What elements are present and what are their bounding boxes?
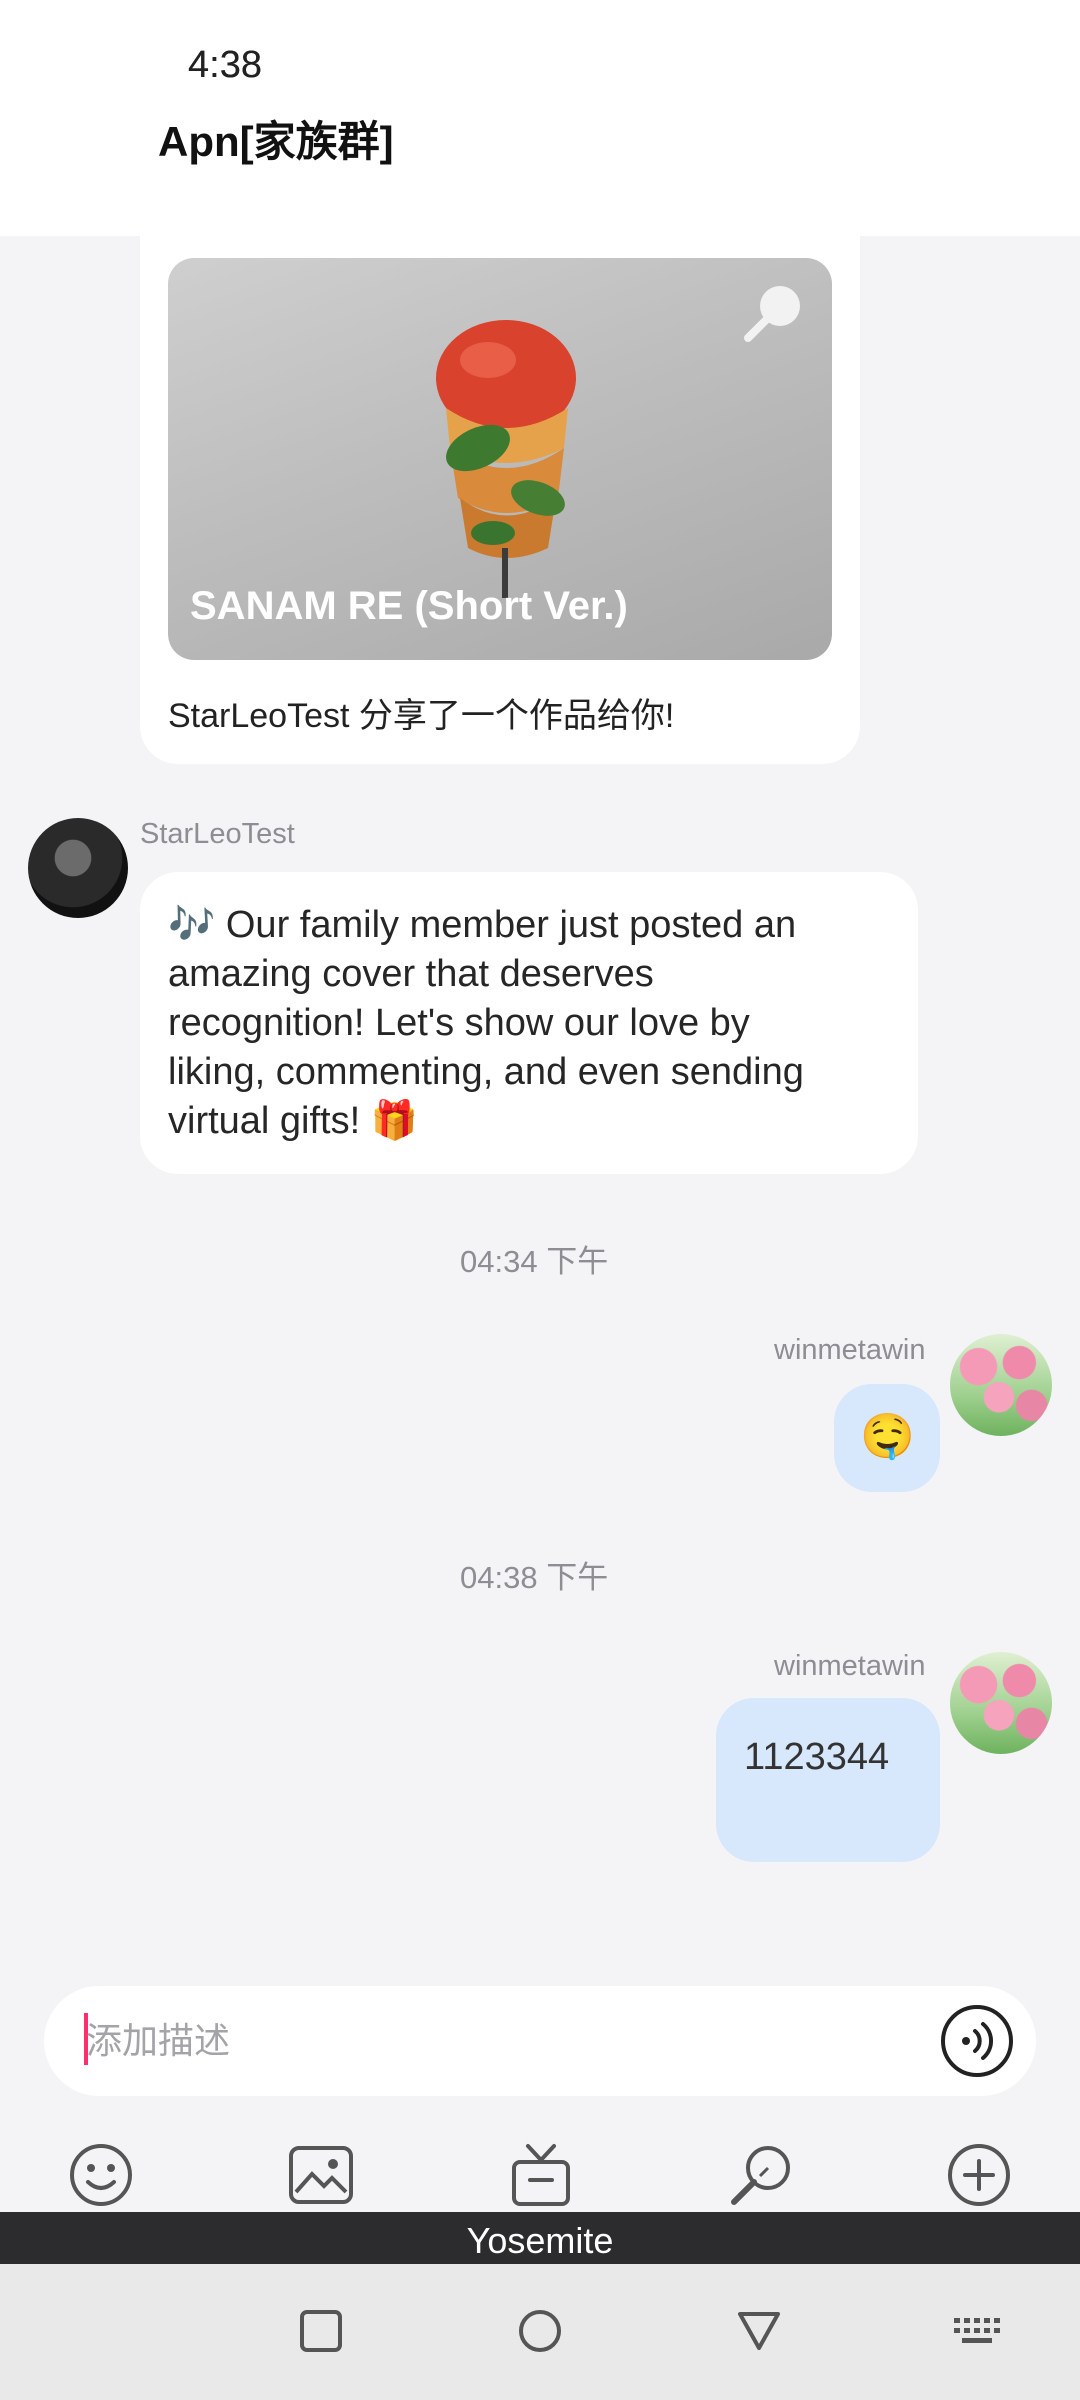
emoji-text: 🤤 — [860, 1411, 915, 1462]
video-thumbnail-image — [436, 320, 576, 598]
back-triangle-icon[interactable] — [732, 2304, 786, 2358]
status-time: 4:38 — [188, 44, 262, 86]
sender-name: StarLeoTest — [140, 818, 295, 850]
voice-input-icon[interactable] — [940, 2004, 1014, 2078]
gift-icon[interactable] — [506, 2140, 576, 2210]
ime-label: Yosemite — [466, 2220, 614, 2261]
avatar-winmetawin[interactable] — [950, 1652, 1052, 1754]
keyboard-icon[interactable] — [950, 2304, 1004, 2358]
announcement-line: recognition! Let's show our love by — [168, 1002, 750, 1044]
announcement-line: 🎶 Our family member just posted an — [168, 904, 797, 946]
add-icon[interactable] — [944, 2140, 1014, 2210]
announcement-line: liking, commenting, and even sending — [168, 1051, 804, 1093]
avatar-starleotest[interactable] — [28, 818, 128, 918]
announcement-text: 🎶 Our family member just posted an amazi… — [168, 901, 908, 1146]
sender-name: winmetawin — [774, 1334, 926, 1366]
avatar-winmetawin[interactable] — [950, 1334, 1052, 1436]
message-bubble-self[interactable] — [716, 1698, 940, 1862]
announcement-line: virtual gifts! 🎁 — [168, 1100, 419, 1142]
share-text: StarLeoTest 分享了一个作品给你! — [168, 697, 675, 735]
description-input[interactable] — [86, 2014, 906, 2068]
video-thumbnail[interactable]: SANAM RE (Short Ver.) — [168, 258, 832, 660]
video-title: SANAM RE (Short Ver.) — [190, 584, 628, 628]
recent-apps-icon[interactable] — [294, 2304, 348, 2358]
timestamp: 04:38 下午 — [460, 1560, 609, 1595]
chat-title[interactable]: Apn[家族群] — [158, 108, 394, 169]
sing-badge-icon — [744, 286, 800, 342]
sing-icon[interactable] — [726, 2140, 796, 2210]
emoji-icon[interactable] — [66, 2140, 136, 2210]
home-icon[interactable] — [513, 2304, 567, 2358]
timestamp: 04:34 下午 — [460, 1244, 609, 1279]
image-icon[interactable] — [286, 2140, 356, 2210]
message-text: 1123344 — [744, 1736, 890, 1778]
sender-name: winmetawin — [774, 1650, 926, 1682]
announcement-line: amazing cover that deserves — [168, 953, 654, 995]
